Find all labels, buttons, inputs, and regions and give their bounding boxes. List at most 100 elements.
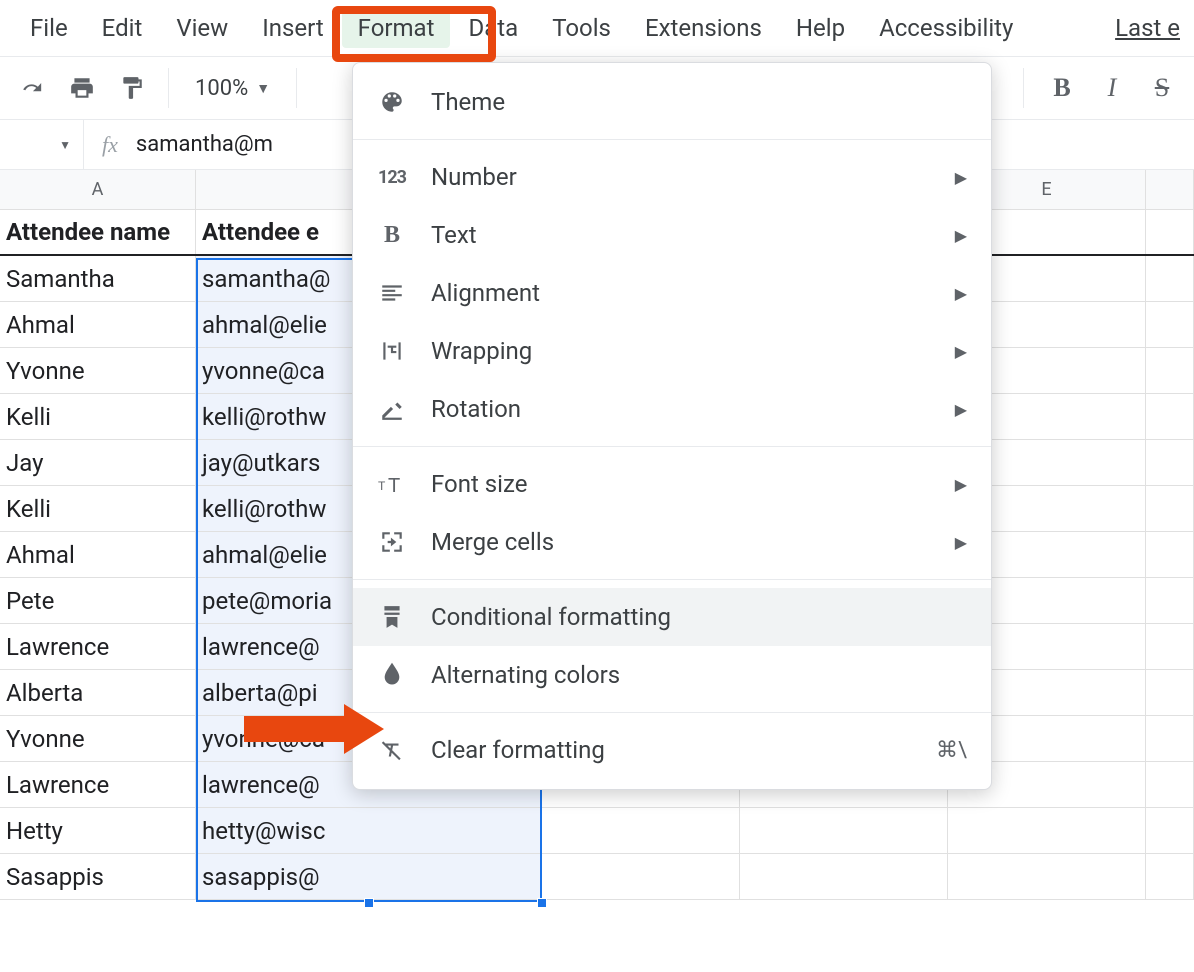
menu-item-text[interactable]: BText▶: [353, 206, 991, 264]
cell[interactable]: [740, 808, 948, 853]
cell[interactable]: [1146, 348, 1194, 393]
cell[interactable]: [1146, 762, 1194, 807]
menu-data[interactable]: Data: [452, 8, 534, 48]
menu-accessibility[interactable]: Accessibility: [863, 8, 1029, 48]
menu-item-alignment[interactable]: Alignment▶: [353, 264, 991, 322]
col-header-f[interactable]: [1146, 170, 1194, 209]
menu-edit[interactable]: Edit: [86, 8, 159, 48]
menu-item-label: Alternating colors: [431, 661, 967, 689]
menu-item-theme[interactable]: Theme: [353, 73, 991, 131]
rotate-icon: [377, 394, 407, 424]
palette-icon: [377, 87, 407, 117]
menu-item-label: Number: [431, 163, 931, 191]
cell[interactable]: sasappis@: [196, 854, 542, 899]
cell[interactable]: [542, 854, 740, 899]
cell[interactable]: [1146, 440, 1194, 485]
cell[interactable]: [1146, 302, 1194, 347]
last-edit-link[interactable]: Last e: [1115, 14, 1180, 42]
menu-item-label: Theme: [431, 88, 967, 116]
cell[interactable]: Lawrence: [0, 762, 196, 807]
col-header-a[interactable]: A: [0, 170, 196, 209]
bold-button[interactable]: B: [1040, 66, 1084, 110]
menu-divider: [353, 579, 991, 580]
menu-item-number[interactable]: 123 Number ▶: [353, 148, 991, 206]
bold-icon: B: [377, 220, 407, 250]
fx-label: fx: [84, 132, 136, 158]
cell[interactable]: [1146, 854, 1194, 899]
123-icon: 123: [377, 162, 407, 192]
cell[interactable]: [1146, 394, 1194, 439]
redo-icon[interactable]: [10, 66, 54, 110]
menu-view[interactable]: View: [160, 8, 244, 48]
menu-item-label: Merge cells: [431, 528, 931, 556]
cell[interactable]: [1146, 624, 1194, 669]
cell[interactable]: [948, 808, 1146, 853]
cell[interactable]: hetty@wisc: [196, 808, 542, 853]
cell[interactable]: [1146, 532, 1194, 577]
cell[interactable]: [740, 854, 948, 899]
menu-item-wrapping[interactable]: Wrapping ▶: [353, 322, 991, 380]
cell[interactable]: Hetty: [0, 808, 196, 853]
menu-item-label: Rotation: [431, 395, 931, 423]
chevron-right-icon: ▶: [955, 168, 967, 187]
format-menu-dropdown: Theme123Number▶BText▶Alignment▶Wrapping▶…: [352, 62, 992, 790]
paint-format-icon[interactable]: [110, 66, 154, 110]
cell[interactable]: [1146, 256, 1194, 301]
zoom-dropdown[interactable]: 100% ▼: [183, 76, 282, 101]
chevron-right-icon: ▶: [955, 475, 967, 494]
toolbar-separator: [168, 68, 169, 108]
menu-format[interactable]: Format: [342, 8, 451, 48]
cell[interactable]: Yvonne: [0, 716, 196, 761]
menu-item-alternating-colors[interactable]: Alternating colors: [353, 646, 991, 704]
cell[interactable]: Kelli: [0, 394, 196, 439]
chevron-right-icon: ▶: [955, 226, 967, 245]
cell[interactable]: Sasappis: [0, 854, 196, 899]
cell[interactable]: Pete: [0, 578, 196, 623]
menu-item-conditional-formatting[interactable]: Conditional formatting: [353, 588, 991, 646]
selection-handle[interactable]: [364, 898, 374, 908]
cell[interactable]: [948, 854, 1146, 899]
menu-shortcut: ⌘\: [936, 738, 967, 763]
menu-help[interactable]: Help: [780, 8, 861, 48]
cell[interactable]: Ahmal: [0, 302, 196, 347]
cell[interactable]: [1146, 808, 1194, 853]
menu-divider: [353, 712, 991, 713]
menu-insert[interactable]: Insert: [246, 8, 339, 48]
menu-item-merge-cells[interactable]: Merge cells▶: [353, 513, 991, 571]
strikethrough-button[interactable]: S: [1140, 66, 1184, 110]
cell[interactable]: [1146, 716, 1194, 761]
chevron-right-icon: ▶: [955, 342, 967, 361]
align-icon: [377, 278, 407, 308]
print-icon[interactable]: [60, 66, 104, 110]
cell[interactable]: Alberta: [0, 670, 196, 715]
menu-extensions[interactable]: Extensions: [629, 8, 778, 48]
cell[interactable]: Attendee name: [0, 210, 196, 254]
menu-item-rotation[interactable]: Rotation ▶: [353, 380, 991, 438]
chevron-down-icon: ▼: [256, 80, 270, 97]
svg-text:T: T: [378, 479, 386, 493]
cell[interactable]: [1146, 210, 1194, 254]
name-box[interactable]: ▼: [0, 120, 84, 169]
menu-item-label: Font size: [431, 470, 931, 498]
toolbar-right-group: B I S: [1023, 66, 1194, 110]
cell[interactable]: Samantha: [0, 256, 196, 301]
zoom-value: 100%: [195, 76, 248, 101]
cell[interactable]: [1146, 670, 1194, 715]
menu-item-label: Wrapping: [431, 337, 931, 365]
italic-button[interactable]: I: [1090, 66, 1134, 110]
cell[interactable]: [542, 808, 740, 853]
selection-handle[interactable]: [537, 898, 547, 908]
menu-item-font-size[interactable]: TTFont size▶: [353, 455, 991, 513]
cell[interactable]: Ahmal: [0, 532, 196, 577]
menu-tools[interactable]: Tools: [536, 8, 627, 48]
menu-divider: [353, 446, 991, 447]
cell[interactable]: Yvonne: [0, 348, 196, 393]
chevron-right-icon: ▶: [955, 400, 967, 419]
cell[interactable]: Jay: [0, 440, 196, 485]
cell[interactable]: [1146, 578, 1194, 623]
cell[interactable]: Lawrence: [0, 624, 196, 669]
menu-file[interactable]: File: [14, 8, 84, 48]
cell[interactable]: [1146, 486, 1194, 531]
cell[interactable]: Kelli: [0, 486, 196, 531]
menu-item-clear-formatting[interactable]: Clear formatting⌘\: [353, 721, 991, 779]
